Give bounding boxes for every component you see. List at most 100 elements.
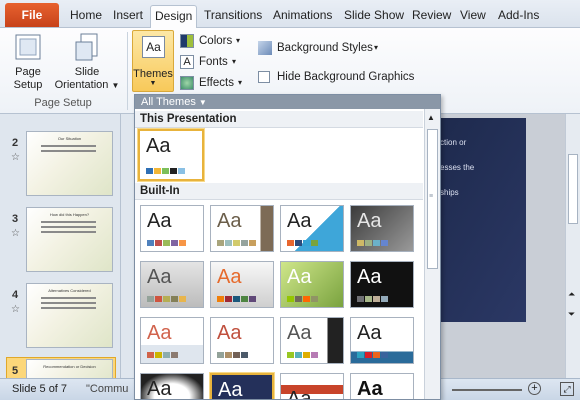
tab-insert[interactable]: Insert <box>109 5 147 28</box>
slide-number: 4 <box>12 289 19 301</box>
theme-elemental[interactable]: Aa <box>280 373 344 399</box>
checkbox-icon[interactable] <box>258 71 270 83</box>
theme-hover[interactable]: Aa <box>210 373 274 399</box>
theme-swatch <box>311 240 318 246</box>
theme-sample-text: Aa <box>147 210 172 232</box>
tab-home[interactable]: Home <box>66 5 106 28</box>
background-styles-icon <box>258 41 272 55</box>
theme-office[interactable]: Aa <box>140 205 204 252</box>
theme-swatch <box>249 240 256 246</box>
theme-sample-text: Aa <box>147 266 172 288</box>
gallery-scrollbar[interactable]: ▲ ≡ <box>424 109 440 399</box>
theme-clarity[interactable]: Aa <box>210 317 274 364</box>
fonts-icon: A <box>180 55 194 69</box>
page-setup-label-2: Setup <box>13 79 43 91</box>
tab-transitions[interactable]: Transitions <box>200 5 266 28</box>
theme-sample-text: Aa <box>217 322 242 344</box>
previous-slide-icon[interactable]: ⏶ <box>568 289 575 300</box>
slide-thumbnail[interactable]: Alternatives Considered <box>26 283 113 348</box>
themes-label: Themes <box>133 68 173 80</box>
theme-swatch <box>241 296 248 302</box>
slide-orientation-button[interactable]: Slide Orientation ▼ <box>50 32 124 92</box>
theme-swatch <box>155 296 162 302</box>
theme-adjacency[interactable]: Aa <box>210 205 274 252</box>
colors-icon <box>180 34 194 48</box>
section-built-in: Built-In <box>135 183 423 200</box>
theme-swatch <box>365 296 372 302</box>
fonts-label: Fonts <box>199 56 228 68</box>
theme-swatch <box>365 240 372 246</box>
thumbnail-title: Alternatives Considered <box>48 288 91 293</box>
gallery-filter[interactable]: All Themes ▼ <box>135 95 440 109</box>
scroll-thumb[interactable] <box>568 154 578 224</box>
tab-add-ins[interactable]: Add-Ins <box>494 5 543 28</box>
thumbnail-line <box>41 226 96 228</box>
theme-swatch <box>373 352 380 358</box>
theme-equity[interactable]: Aa <box>350 373 414 400</box>
theme-swatch <box>147 240 154 246</box>
tab-review[interactable]: Review <box>408 5 455 28</box>
slide-thumbnail[interactable]: How did this Happen? <box>26 207 113 272</box>
theme-swatch <box>171 296 178 302</box>
tab-view[interactable]: View <box>456 5 490 28</box>
scroll-up-icon[interactable]: ▲ <box>427 113 435 122</box>
star-icon: ☆ <box>11 304 20 315</box>
theme-swatch <box>170 168 177 174</box>
thumbnail-line <box>41 231 96 233</box>
theme-austin[interactable]: Aa <box>280 261 344 308</box>
themes-gallery-dropdown: All Themes ▼ This Presentation Built-In … <box>134 94 441 400</box>
theme-swatch <box>381 240 388 246</box>
theme-swatch <box>287 240 294 246</box>
thumbnail-line <box>41 297 96 299</box>
chevron-down-icon: ▾ <box>236 36 241 45</box>
tab-animations[interactable]: Animations <box>269 5 336 28</box>
theme-swatch <box>295 352 302 358</box>
slide-thumbnail-selected[interactable]: Recommendation or Decision <box>26 359 113 378</box>
theme-black-tie[interactable]: Aa <box>350 261 414 308</box>
page-setup-label-1: Page <box>15 66 41 78</box>
theme-sample-text: Aa <box>357 266 382 288</box>
page-setup-icon <box>15 34 41 60</box>
theme-apothecary[interactable]: Aa <box>140 261 204 308</box>
slide-number: 3 <box>12 213 19 225</box>
theme-swatch <box>241 240 248 246</box>
star-icon: ☆ <box>11 152 20 163</box>
theme-swatch <box>303 296 310 302</box>
theme-sample-text: Aa <box>357 378 383 400</box>
theme-civic[interactable]: Aa <box>140 317 204 364</box>
tab-slide-show[interactable]: Slide Show <box>340 5 408 28</box>
theme-sample-text: Aa <box>147 322 172 344</box>
theme-swatch <box>179 296 186 302</box>
theme-concourse[interactable]: Aa <box>350 317 414 364</box>
slide-thumbnail[interactable]: Our Situation <box>26 131 113 196</box>
slide-text-line: esses the <box>440 163 475 172</box>
themes-button[interactable]: Aa Themes ▼ <box>132 30 174 92</box>
slide-number: 2 <box>12 137 19 149</box>
current-slide[interactable]: ction or esses the ships <box>440 118 526 322</box>
theme-angles[interactable]: Aa <box>280 205 344 252</box>
theme-swatch <box>178 168 185 174</box>
theme-apex[interactable]: Aa <box>350 205 414 252</box>
vertical-scrollbar[interactable]: ⏶ ⏷ <box>565 114 580 378</box>
fit-slide-icon[interactable]: ⤢ <box>560 382 574 396</box>
chevron-down-icon: ▼ <box>198 98 207 107</box>
theme-couture[interactable]: Aa <box>140 373 204 399</box>
theme-swatch <box>217 296 224 302</box>
theme-swatch <box>225 296 232 302</box>
thumbnail-line <box>41 302 96 304</box>
gallery-filter-label: All Themes <box>141 96 196 108</box>
next-slide-icon[interactable]: ⏷ <box>568 309 575 320</box>
theme-swatch <box>381 296 388 302</box>
theme-aspect[interactable]: Aa <box>210 261 274 308</box>
zoom-in-icon[interactable]: + <box>528 382 541 395</box>
tab-design[interactable]: Design <box>150 5 198 28</box>
theme-sample-text: Aa <box>287 322 312 344</box>
theme-current[interactable]: Aa <box>138 129 204 181</box>
page-setup-button[interactable]: Page Setup <box>6 32 50 92</box>
theme-composite[interactable]: Aa <box>280 317 344 364</box>
file-tab[interactable]: File <box>5 3 59 27</box>
zoom-slider[interactable] <box>452 389 522 391</box>
theme-swatch <box>365 352 372 358</box>
theme-swatch <box>303 352 310 358</box>
theme-swatch <box>162 168 169 174</box>
